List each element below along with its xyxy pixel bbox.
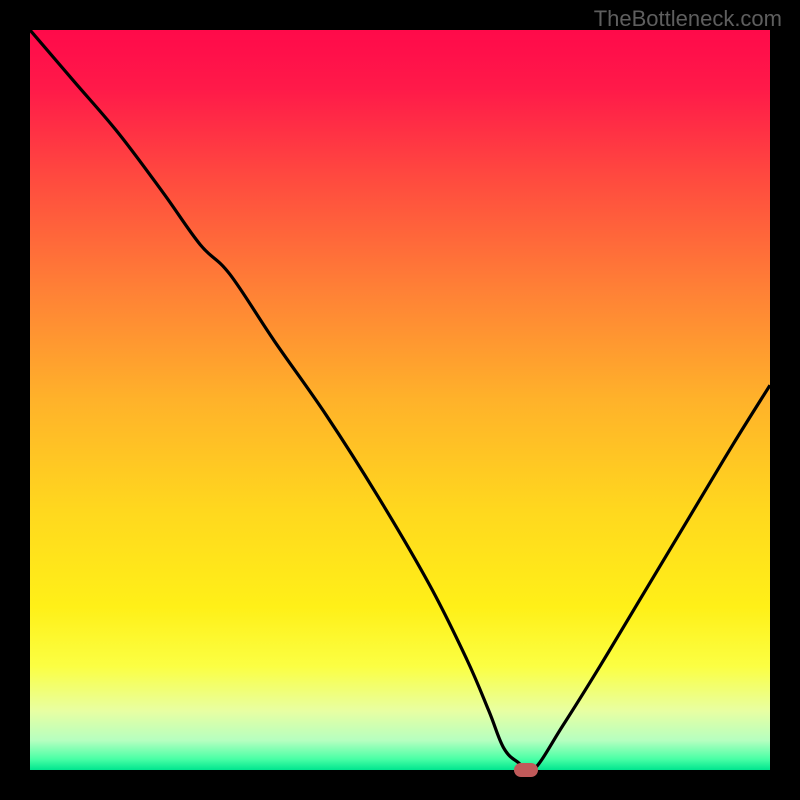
bottleneck-marker <box>514 763 538 777</box>
chart-container: TheBottleneck.com <box>0 0 800 800</box>
watermark-text: TheBottleneck.com <box>594 6 782 32</box>
plot-area <box>30 30 770 770</box>
chart-svg <box>30 30 770 770</box>
gradient-background <box>30 30 770 770</box>
